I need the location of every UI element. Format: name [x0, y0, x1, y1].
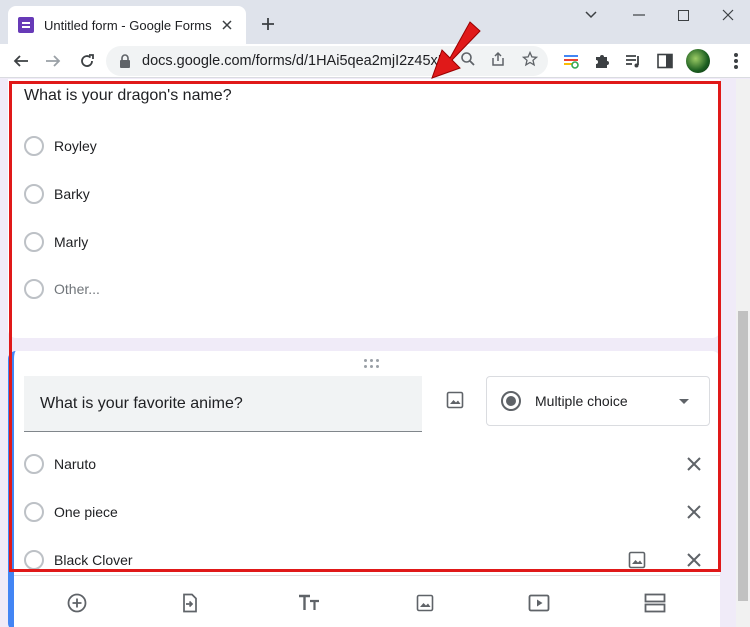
add-title-icon[interactable]	[298, 592, 320, 614]
tab-close-icon[interactable]	[218, 16, 236, 34]
dropdown-arrow-icon	[679, 398, 689, 404]
scroll-thumb[interactable]	[738, 311, 748, 601]
question-title: What is your favorite anime?	[40, 394, 243, 412]
option-one-piece[interactable]: One piece	[24, 500, 118, 524]
option-naruto[interactable]: Naruto	[24, 452, 96, 476]
add-image-icon[interactable]	[444, 389, 466, 411]
radio-button[interactable]	[24, 279, 44, 299]
drag-handle-icon[interactable]	[364, 359, 380, 369]
browser-toolbar: docs.google.com/forms/d/1HAi5qea2mjI2z45…	[0, 44, 750, 78]
forms-favicon-icon	[18, 17, 34, 33]
url-text: docs.google.com/forms/d/1HAi5qea2mjI2z45…	[142, 53, 448, 69]
chevron-down-icon[interactable]	[571, 4, 611, 26]
add-option-image-icon[interactable]	[626, 549, 648, 571]
option-other[interactable]: Other...	[24, 277, 100, 301]
question-title: What is your dragon's name?	[24, 87, 232, 104]
maximize-icon[interactable]	[663, 4, 703, 26]
multiple-choice-icon	[501, 391, 521, 411]
question-type-dropdown[interactable]: Multiple choice	[486, 376, 710, 426]
question-title-input[interactable]: What is your favorite anime?	[24, 376, 422, 432]
option-marly[interactable]: Marly	[24, 230, 88, 254]
option-barky[interactable]: Barky	[24, 182, 90, 206]
share-icon[interactable]	[489, 50, 507, 68]
red-arrow-annotation	[431, 21, 481, 79]
option-black-clover[interactable]: Black Clover	[24, 548, 133, 572]
radio-button[interactable]	[24, 136, 44, 156]
option-label[interactable]: Naruto	[54, 456, 96, 472]
radio-button[interactable]	[24, 184, 44, 204]
import-questions-icon[interactable]	[179, 592, 201, 614]
browser-tab[interactable]: Untitled form - Google Forms	[8, 6, 246, 44]
reload-icon[interactable]	[74, 48, 100, 74]
radio-button[interactable]	[24, 232, 44, 252]
add-section-icon[interactable]	[644, 592, 666, 614]
page-scrollbar[interactable]	[736, 79, 750, 627]
puzzle-icon[interactable]	[591, 50, 613, 72]
minimize-icon[interactable]	[619, 4, 659, 26]
option-label: Barky	[54, 186, 90, 202]
back-arrow-icon[interactable]	[8, 48, 34, 74]
question-type-label: Multiple choice	[535, 393, 628, 409]
option-royley[interactable]: Royley	[24, 134, 97, 158]
add-image-icon[interactable]	[414, 592, 436, 614]
window-close-icon[interactable]	[708, 4, 748, 26]
menu-icon[interactable]	[728, 50, 744, 72]
avatar[interactable]	[686, 49, 710, 73]
option-label[interactable]: Black Clover	[54, 552, 133, 568]
new-tab-plus-icon[interactable]	[256, 12, 280, 36]
remove-option-icon[interactable]	[682, 452, 706, 476]
option-label[interactable]: One piece	[54, 504, 118, 520]
option-label: Other...	[54, 281, 100, 297]
radio-button[interactable]	[24, 454, 44, 474]
remove-option-icon[interactable]	[682, 548, 706, 572]
media-icon[interactable]	[622, 50, 644, 72]
radio-button[interactable]	[24, 550, 44, 570]
tab-strip: Untitled form - Google Forms	[0, 0, 750, 44]
add-video-icon[interactable]	[528, 592, 550, 614]
radio-button[interactable]	[24, 502, 44, 522]
sidepanel-icon[interactable]	[654, 50, 676, 72]
lock-icon	[120, 54, 130, 68]
question-card-dragon-name[interactable]: What is your dragon's name? Royley Barky…	[8, 79, 720, 338]
star-icon[interactable]	[521, 50, 539, 68]
option-label: Marly	[54, 234, 89, 250]
add-question-icon[interactable]	[66, 592, 88, 614]
forward-arrow-icon[interactable]	[40, 48, 66, 74]
option-label: Royley	[54, 138, 97, 154]
remove-option-icon[interactable]	[682, 500, 706, 524]
extension-icon[interactable]	[560, 50, 582, 72]
tab-title: Untitled form - Google Forms	[44, 17, 212, 33]
form-bottom-toolbar	[14, 575, 720, 627]
